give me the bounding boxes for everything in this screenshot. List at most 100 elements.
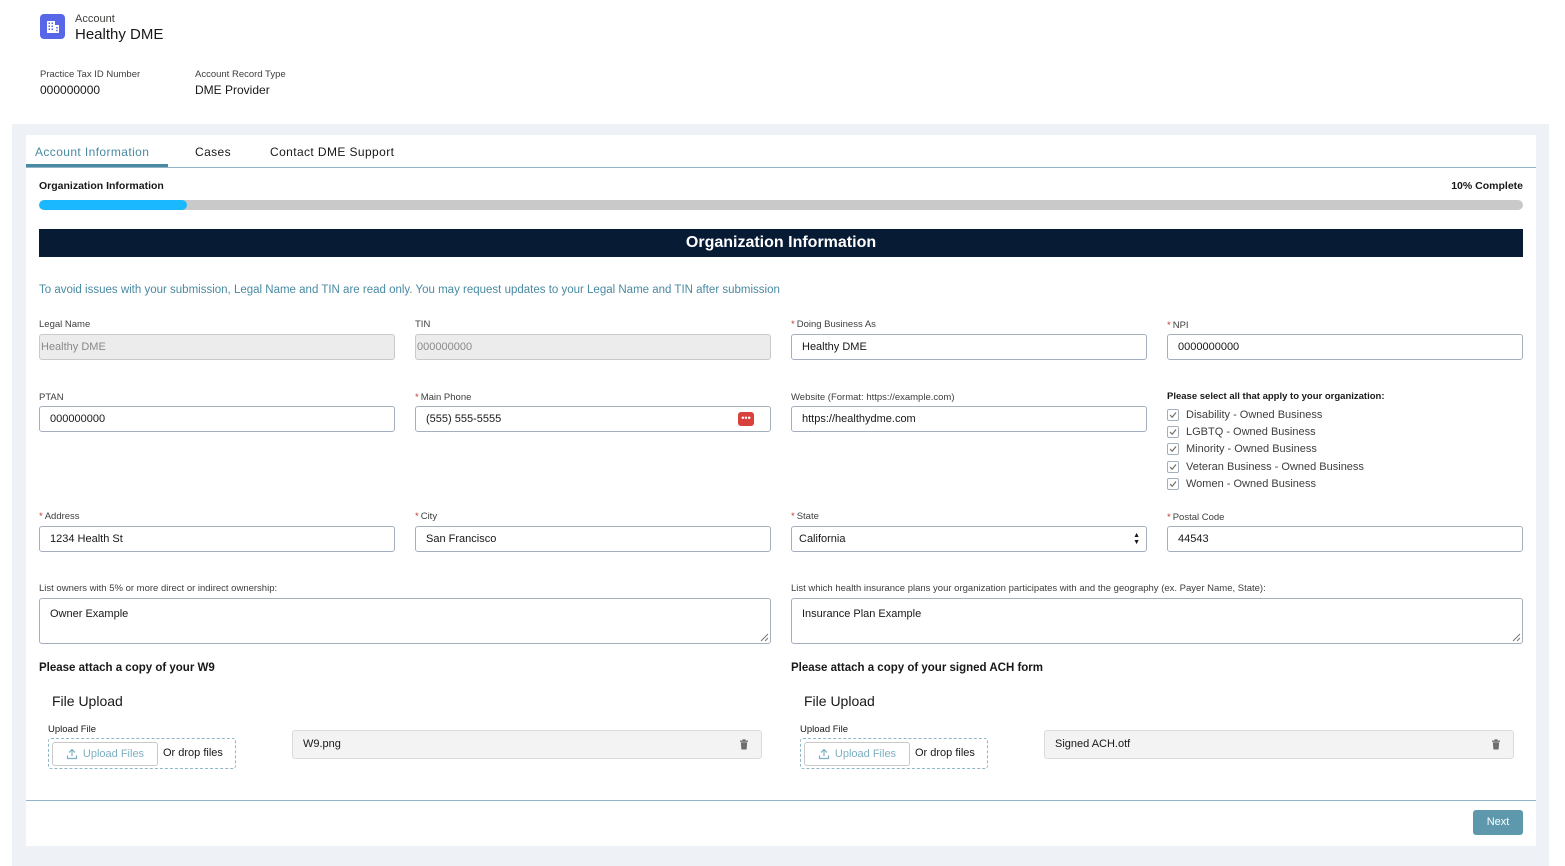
- resize-handle-icon[interactable]: [760, 633, 769, 642]
- ach-upload-button[interactable]: Upload Files: [804, 742, 910, 766]
- w9-drop-text: Or drop files: [163, 747, 223, 759]
- required-marker: *: [791, 319, 795, 330]
- w9-file-item: W9.png: [292, 730, 762, 759]
- check-icon: [1169, 446, 1177, 453]
- account-name: Healthy DME: [75, 26, 164, 43]
- ach-file-upload-title: File Upload: [804, 693, 875, 709]
- select-arrows-icon: ▲ ▼: [1133, 532, 1140, 546]
- insurance-value: Insurance Plan Example: [802, 608, 922, 620]
- owners-label: List owners with 5% or more direct or in…: [39, 583, 278, 594]
- section-banner: Organization Information: [39, 229, 1523, 257]
- tab-cases[interactable]: Cases: [195, 145, 231, 159]
- check-icon: [1169, 429, 1177, 436]
- next-button[interactable]: Next: [1473, 810, 1523, 835]
- business-type-option[interactable]: Veteran Business - Owned Business: [1167, 461, 1364, 473]
- checkbox[interactable]: [1167, 478, 1179, 490]
- checkbox[interactable]: [1167, 426, 1179, 438]
- postal-code-input[interactable]: 44543: [1167, 526, 1523, 552]
- dba-label-text: Doing Business As: [796, 319, 876, 330]
- progress-bar: [39, 200, 1523, 210]
- business-type-option[interactable]: Women - Owned Business: [1167, 478, 1316, 490]
- website-input[interactable]: https://healthydme.com: [791, 406, 1147, 432]
- object-type-label: Account: [75, 13, 115, 25]
- ach-drop-zone[interactable]: Upload Files Or drop files: [800, 738, 988, 769]
- npi-label-text: NPI: [1172, 320, 1189, 331]
- state-selected-value: California: [799, 533, 846, 545]
- check-icon: [1169, 481, 1177, 488]
- required-marker: *: [415, 511, 419, 522]
- footer-divider: [26, 800, 1536, 801]
- owners-value: Owner Example: [50, 608, 129, 620]
- npi-input[interactable]: 0000000000: [1167, 334, 1523, 360]
- trash-icon[interactable]: [1491, 739, 1501, 750]
- state-select[interactable]: California ▲ ▼: [791, 526, 1147, 552]
- main-phone-label-text: Main Phone: [420, 392, 472, 403]
- business-types-title: Please select all that apply to your org…: [1167, 391, 1385, 402]
- city-label-text: City: [420, 511, 438, 522]
- record-type-value: DME Provider: [195, 83, 270, 97]
- tab-contact-dme-support[interactable]: Contact DME Support: [270, 145, 394, 159]
- required-marker: *: [415, 392, 419, 403]
- trash-icon[interactable]: [739, 739, 749, 750]
- insurance-label: List which health insurance plans your o…: [791, 583, 1266, 594]
- main-phone-label: * Main Phone: [415, 392, 471, 403]
- business-type-label: Disability - Owned Business: [1186, 409, 1323, 421]
- tab-account-information[interactable]: Account Information: [35, 145, 149, 159]
- postal-code-label: * Postal Code: [1167, 512, 1224, 523]
- city-label: * City: [415, 511, 437, 522]
- legal-name-label: Legal Name: [39, 319, 91, 330]
- tin-input: 000000000: [415, 334, 771, 360]
- tax-id-label: Practice Tax ID Number: [40, 69, 141, 80]
- business-type-option[interactable]: Disability - Owned Business: [1167, 409, 1322, 421]
- state-label-text: State: [796, 511, 819, 522]
- progress-step-title: Organization Information: [39, 180, 164, 192]
- legal-name-input: Healthy DME: [39, 334, 395, 360]
- ach-file-name: Signed ACH.otf: [1055, 738, 1131, 750]
- resize-handle-icon[interactable]: [1512, 633, 1521, 642]
- progress-bar-fill: [39, 200, 188, 210]
- main-phone-value: (555) 555-5555: [426, 413, 502, 425]
- checkbox[interactable]: [1167, 443, 1179, 455]
- dba-input[interactable]: Healthy DME: [791, 334, 1147, 360]
- w9-upload-label: Upload File: [48, 724, 97, 735]
- dots-badge-icon[interactable]: •••: [738, 412, 754, 426]
- w9-upload-button-label: Upload Files: [82, 748, 145, 760]
- w9-drop-zone[interactable]: Upload Files Or drop files: [48, 738, 236, 769]
- state-label: * State: [791, 511, 819, 522]
- required-marker: *: [1167, 320, 1171, 331]
- tax-id-value: 000000000: [40, 83, 101, 97]
- required-marker: *: [1167, 512, 1171, 523]
- w9-file-upload-title: File Upload: [52, 693, 123, 709]
- insurance-textarea[interactable]: Insurance Plan Example: [791, 598, 1523, 644]
- business-type-option[interactable]: LGBTQ - Owned Business: [1167, 426, 1316, 438]
- checkbox[interactable]: [1167, 461, 1179, 473]
- ach-upload-button-label: Upload Files: [834, 748, 897, 760]
- main-phone-field[interactable]: (555) 555-5555 •••: [415, 406, 771, 432]
- check-icon: [1169, 412, 1177, 419]
- required-marker: *: [791, 511, 795, 522]
- tab-bar: Account Information Cases Contact DME Su…: [26, 135, 1536, 168]
- check-icon: [1169, 464, 1177, 471]
- ach-attach-title: Please attach a copy of your signed ACH …: [791, 662, 1043, 674]
- ach-upload-label: Upload File: [800, 724, 849, 735]
- ptan-input[interactable]: 000000000: [39, 406, 395, 432]
- dba-label: * Doing Business As: [791, 319, 876, 330]
- owners-textarea[interactable]: Owner Example: [39, 598, 771, 644]
- npi-label: * NPI: [1167, 320, 1189, 331]
- address-input[interactable]: 1234 Health St: [39, 526, 395, 552]
- read-only-notice: To avoid issues with your submission, Le…: [39, 284, 780, 296]
- checkbox[interactable]: [1167, 409, 1179, 421]
- ptan-label: PTAN: [39, 392, 64, 403]
- upload-icon: [818, 748, 830, 760]
- business-type-label: LGBTQ - Owned Business: [1186, 426, 1316, 438]
- city-input[interactable]: San Francisco: [415, 526, 771, 552]
- tin-label: TIN: [415, 319, 431, 330]
- w9-file-name: W9.png: [303, 738, 341, 750]
- postal-code-label-text: Postal Code: [1172, 512, 1225, 523]
- w9-upload-button[interactable]: Upload Files: [52, 742, 158, 766]
- upload-icon: [66, 748, 78, 760]
- business-type-option[interactable]: Minority - Owned Business: [1167, 443, 1317, 455]
- w9-attach-title: Please attach a copy of your W9: [39, 662, 215, 674]
- active-tab-indicator: [26, 164, 168, 167]
- business-type-label: Minority - Owned Business: [1186, 443, 1317, 455]
